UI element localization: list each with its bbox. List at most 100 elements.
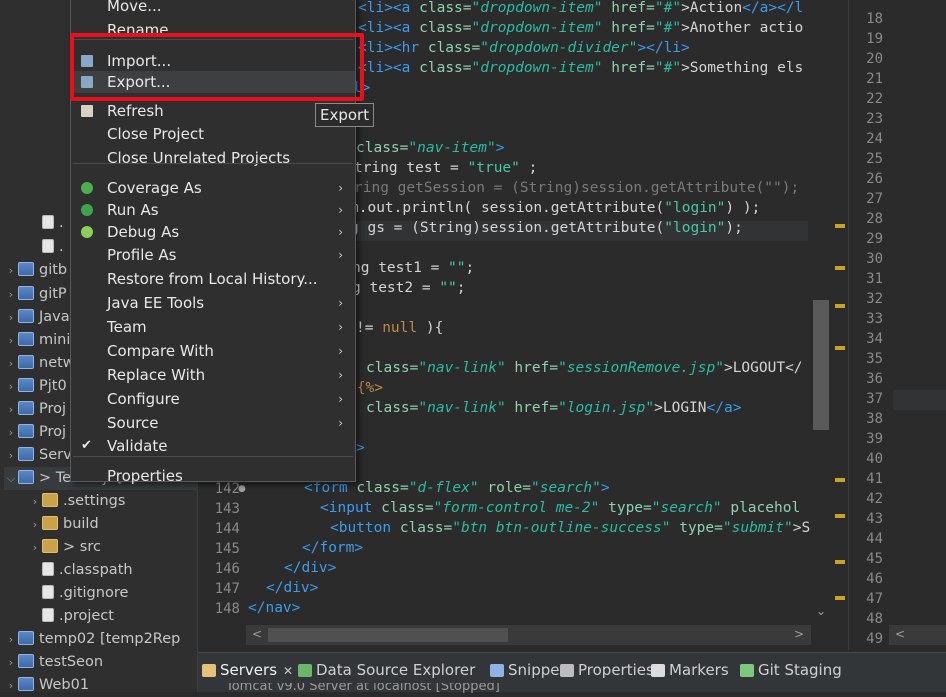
ruler-warning-mark[interactable] — [835, 266, 845, 270]
code-line[interactable]: ng test1 = ""; — [352, 260, 474, 276]
menu-item-replace-with[interactable]: Replace With › — [71, 364, 355, 386]
code-token: ; — [456, 280, 466, 296]
chevron-down-icon[interactable]: ⌵ — [4, 467, 18, 490]
chevron-right-icon[interactable]: › — [28, 490, 42, 513]
code-line[interactable]: <button class="btn btn-outline-success" … — [330, 520, 810, 536]
chevron-right-icon[interactable]: › — [4, 283, 18, 306]
menu-item-team[interactable]: Team › — [71, 316, 355, 338]
ruler-warning-mark[interactable] — [835, 596, 845, 600]
code-token: "d-flex" — [408, 480, 479, 496]
menu-item-properties[interactable]: Properties — [71, 465, 355, 487]
menu-item-import[interactable]: Import... — [71, 50, 355, 72]
chevron-right-icon[interactable]: › — [4, 398, 18, 421]
ruler-warning-mark[interactable] — [835, 346, 845, 350]
scroll-left-arrow-icon[interactable]: < — [252, 627, 262, 641]
code-line[interactable]: g test2 = ""; — [352, 280, 466, 296]
menu-item-rename[interactable]: Rename... — [71, 19, 355, 41]
tree-item[interactable]: .classpath — [28, 559, 198, 582]
menu-item-debug-as[interactable]: Debug As › — [71, 221, 355, 243]
chevron-right-icon[interactable]: › — [4, 352, 18, 375]
chevron-right-icon[interactable]: › — [4, 421, 18, 444]
menu-item-restore-from-local-history[interactable]: Restore from Local History... — [71, 268, 355, 290]
line-number: 21 — [866, 71, 883, 87]
code-line[interactable]: <input class="form-control me-2" type="s… — [320, 500, 800, 516]
menu-item-validate[interactable]: ✔ Validate — [71, 435, 355, 457]
menu-item-source[interactable]: Source › — [71, 412, 355, 434]
chevron-right-icon[interactable]: › — [4, 651, 18, 674]
chevron-right-icon[interactable]: › — [4, 674, 18, 697]
close-icon[interactable]: ✕ — [283, 664, 293, 678]
scroll-left-arrow-icon[interactable]: < — [895, 627, 905, 641]
chevron-right-icon[interactable]: › — [28, 513, 42, 536]
chevron-right-icon[interactable]: › — [4, 628, 18, 651]
chevron-right-icon[interactable]: › — [4, 329, 18, 352]
menu-item-configure[interactable]: Configure › — [71, 388, 355, 410]
chevron-right-icon[interactable]: › — [4, 259, 18, 282]
tab-servers[interactable]: Servers ✕ — [202, 659, 293, 681]
ruler-warning-mark[interactable] — [835, 560, 845, 564]
menu-separator — [73, 39, 353, 40]
ruler-warning-mark[interactable] — [835, 304, 845, 308]
scroll-right-arrow-icon[interactable]: > — [794, 627, 804, 641]
menu-item-move[interactable]: Move... — [71, 0, 355, 17]
menu-item-label: Export... — [107, 73, 171, 91]
menu-item-java-ee-tools[interactable]: Java EE Tools › — [71, 292, 355, 314]
code-line[interactable]: <li><a class="dropdown-item" href="#">Ac… — [358, 0, 803, 16]
editor-horizontal-scroll-thumb[interactable] — [268, 628, 508, 642]
secondary-horizontal-scrollbar[interactable]: < — [889, 625, 946, 645]
menu-item-compare-with[interactable]: Compare With › — [71, 340, 355, 362]
code-line[interactable]: <li><a class="dropdown-item" href="#">So… — [358, 60, 803, 76]
tree-item[interactable]: .gitignore — [28, 582, 198, 605]
secondary-editor[interactable]: 18 19 20 21 22 23 24 25 26 27 28 29 30 31 32 33 34 35 36 37… — [848, 0, 946, 650]
tree-item[interactable]: .project — [28, 605, 198, 628]
code-line[interactable]: class="nav-link" href="login.jsp">LOGIN<… — [366, 400, 741, 416]
scroll-down-arrow-icon[interactable]: ⌄ — [816, 604, 826, 618]
code-line[interactable]: </div> — [266, 580, 318, 596]
tab-data-source-explorer[interactable]: Data Source Explorer — [298, 659, 475, 681]
chevron-right-icon[interactable]: › — [28, 536, 42, 559]
chevron-right-icon[interactable]: › — [4, 444, 18, 467]
menu-item-close-project[interactable]: Close Project — [71, 123, 355, 145]
chevron-right-icon[interactable]: › — [4, 306, 18, 329]
menu-item-coverage-as[interactable]: Coverage As › — [71, 177, 355, 199]
editor-horizontal-scrollbar[interactable]: < > — [246, 625, 811, 645]
tree-item[interactable]: › > src — [28, 536, 198, 559]
snippets-icon — [490, 664, 504, 677]
code-line[interactable]: tring test = "true" ; — [354, 160, 537, 176]
ruler-warning-mark[interactable] — [835, 224, 845, 228]
menu-item-refresh[interactable]: Refresh — [71, 100, 355, 122]
code-line[interactable]: </form> — [302, 540, 363, 556]
code-token: %> — [365, 380, 383, 396]
tab-git-staging[interactable]: Git Staging — [740, 659, 842, 681]
menu-item-profile-as[interactable]: Profile As › — [71, 244, 355, 266]
code-line[interactable]: ring getSession = (String)session.getAtt… — [354, 180, 799, 196]
tree-item-label: gitb — [39, 262, 68, 278]
project-icon — [18, 677, 34, 691]
chevron-right-icon[interactable]: › — [4, 375, 18, 398]
code-line[interactable]: != null ){ — [356, 320, 443, 336]
ruler-warning-mark[interactable] — [835, 514, 845, 518]
tab-properties[interactable]: Properties — [560, 659, 654, 681]
editor-vertical-scrollbar[interactable]: ⌄ — [810, 0, 832, 625]
tree-item[interactable]: › temp02 [temp2Rep — [4, 628, 198, 651]
code-line[interactable]: > — [356, 440, 365, 456]
tab-markers[interactable]: Markers — [651, 659, 729, 681]
tree-item[interactable]: › Web01 — [4, 674, 198, 697]
editor-vertical-scroll-thumb[interactable] — [813, 300, 829, 430]
code-line[interactable]: g gs = (String)session.getAttribute("log… — [350, 220, 743, 236]
menu-item-export[interactable]: Export... — [71, 71, 355, 93]
tree-item[interactable]: › testSeon — [4, 651, 198, 674]
ruler-warning-mark[interactable] — [835, 478, 845, 482]
tree-item[interactable]: › .settings — [28, 490, 198, 513]
menu-item-run-as[interactable]: Run As › — [71, 199, 355, 221]
menu-item-close-unrelated-projects[interactable]: Close Unrelated Projects — [71, 147, 355, 169]
code-line[interactable]: class="nav-link" href="sessionRemove.jsp… — [366, 360, 803, 376]
code-line[interactable]: <li><a class="dropdown-item" href="#">An… — [358, 20, 803, 36]
code-line[interactable]: </nav> — [248, 600, 300, 616]
tree-item[interactable]: › build — [28, 513, 198, 536]
code-line[interactable]: class="nav-item"> — [356, 140, 504, 156]
overview-ruler[interactable] — [834, 0, 848, 650]
code-line[interactable]: <li><hr class="dropdown-divider"></li> — [358, 40, 690, 56]
code-line[interactable]: </div> — [284, 560, 336, 576]
code-line[interactable]: m.out.println( session.getAttribute("log… — [350, 200, 760, 216]
